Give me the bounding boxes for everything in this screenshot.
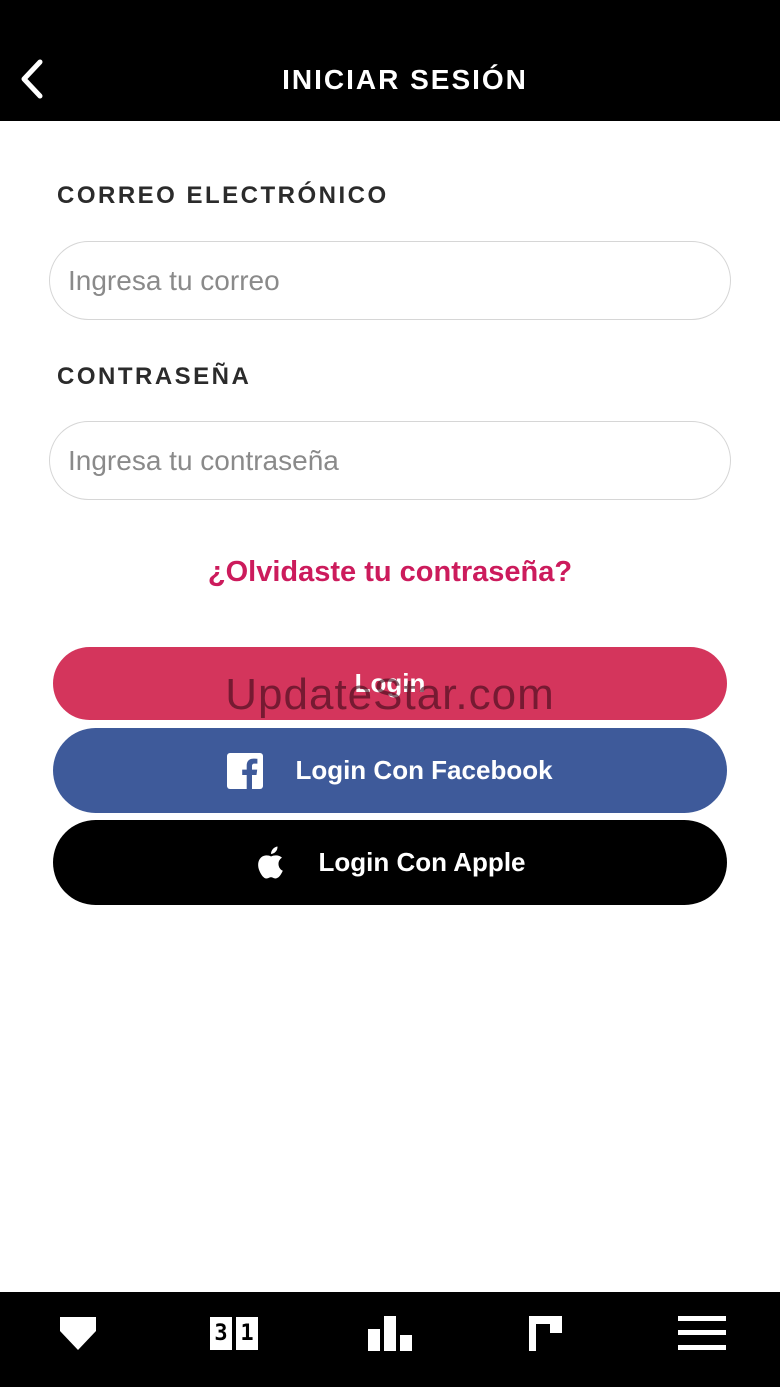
facebook-login-label: Login Con Facebook bbox=[295, 755, 553, 785]
password-label: CONTRASEÑA bbox=[57, 363, 252, 390]
facebook-icon bbox=[227, 752, 264, 789]
login-button-label: Login bbox=[354, 668, 426, 698]
menu-icon bbox=[678, 1316, 726, 1350]
nav-item-standings[interactable] bbox=[516, 1308, 576, 1358]
nav-item-stats[interactable] bbox=[360, 1308, 420, 1358]
calendar-digit: 3 bbox=[210, 1316, 232, 1350]
facebook-login-button[interactable]: Login Con Facebook bbox=[53, 728, 727, 813]
email-field-container bbox=[49, 241, 731, 320]
email-label: CORREO ELECTRÓNICO bbox=[57, 182, 389, 209]
apple-login-button[interactable]: Login Con Apple bbox=[53, 820, 727, 905]
flag-icon bbox=[529, 1316, 562, 1351]
nav-item-calendar[interactable]: 3 1 bbox=[204, 1308, 264, 1358]
bottom-nav: 3 1 bbox=[0, 1292, 780, 1387]
calendar-icon: 3 1 bbox=[208, 1316, 260, 1350]
calendar-digit: 1 bbox=[236, 1316, 258, 1350]
bar-chart-icon bbox=[368, 1316, 412, 1351]
header-bar: INICIAR SESIÓN bbox=[0, 0, 780, 121]
email-field[interactable] bbox=[68, 242, 708, 319]
nav-item-home[interactable] bbox=[48, 1308, 108, 1358]
apple-icon bbox=[255, 845, 287, 881]
shield-icon bbox=[60, 1317, 96, 1350]
login-button[interactable]: Login bbox=[53, 647, 727, 720]
password-field[interactable] bbox=[68, 422, 708, 499]
forgot-password-link[interactable]: ¿Olvidaste tu contraseña? bbox=[0, 556, 780, 589]
login-screen: INICIAR SESIÓN CORREO ELECTRÓNICO CONTRA… bbox=[0, 0, 780, 1387]
password-field-container bbox=[49, 421, 731, 500]
apple-login-label: Login Con Apple bbox=[318, 847, 526, 877]
page-title: INICIAR SESIÓN bbox=[282, 64, 528, 95]
nav-item-menu[interactable] bbox=[672, 1308, 732, 1358]
